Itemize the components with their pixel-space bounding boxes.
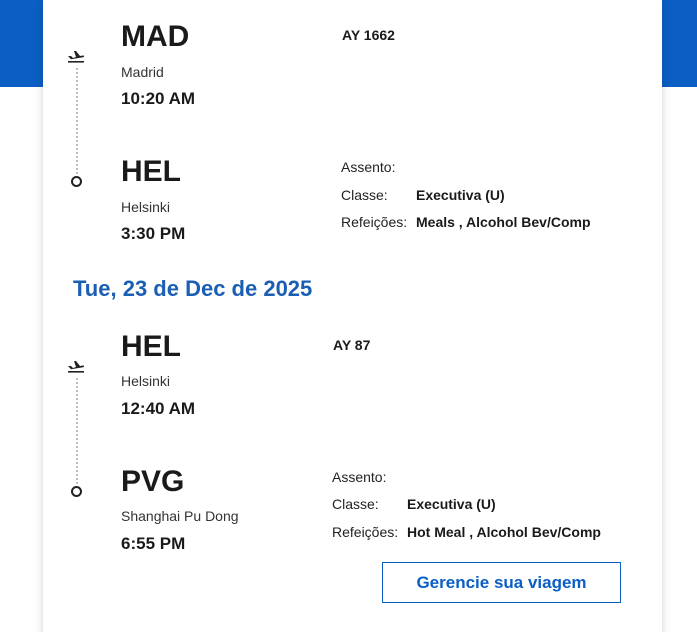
arrival-city: Helsinki <box>121 199 171 215</box>
plane-takeoff-icon <box>68 51 85 63</box>
meals-value: Meals , Alcohol Bev/Comp <box>416 214 591 230</box>
timeline-dotted-line <box>76 378 78 484</box>
page: MAD Madrid 10:20 AM AY 1662 HEL Helsinki… <box>0 0 697 632</box>
date-header: Tue, 23 de Dec de 2025 <box>73 276 313 301</box>
class-value: Executiva (U) <box>416 187 505 203</box>
circle-marker-icon <box>71 486 82 497</box>
arrival-city: Shanghai Pu Dong <box>121 508 239 524</box>
arrival-time: 3:30 PM <box>121 224 186 243</box>
class-value: Executiva (U) <box>407 496 496 512</box>
itinerary-card: MAD Madrid 10:20 AM AY 1662 HEL Helsinki… <box>43 0 662 632</box>
seat-label: Assento: <box>341 159 396 175</box>
meals-value: Hot Meal , Alcohol Bev/Comp <box>407 524 601 540</box>
manage-trip-button[interactable]: Gerencie sua viagem <box>382 562 621 603</box>
seat-label: Assento: <box>332 469 387 485</box>
departure-code: HEL <box>121 330 181 363</box>
departure-time: 12:40 AM <box>121 399 196 418</box>
meals-label: Refeições: <box>332 524 399 540</box>
class-label: Classe: <box>332 496 379 512</box>
flight-number: AY 87 <box>333 337 371 353</box>
arrival-code: PVG <box>121 465 185 498</box>
arrival-time: 6:55 PM <box>121 534 186 553</box>
circle-marker-icon <box>71 176 82 187</box>
departure-time: 10:20 AM <box>121 89 196 108</box>
flight-number: AY 1662 <box>342 27 395 43</box>
departure-city: Madrid <box>121 64 164 80</box>
departure-city: Helsinki <box>121 373 171 389</box>
departure-code: MAD <box>121 20 190 53</box>
arrival-code: HEL <box>121 155 181 188</box>
meals-label: Refeições: <box>341 214 408 230</box>
class-label: Classe: <box>341 187 388 203</box>
timeline-dotted-line <box>76 68 78 174</box>
plane-takeoff-icon <box>68 361 85 373</box>
